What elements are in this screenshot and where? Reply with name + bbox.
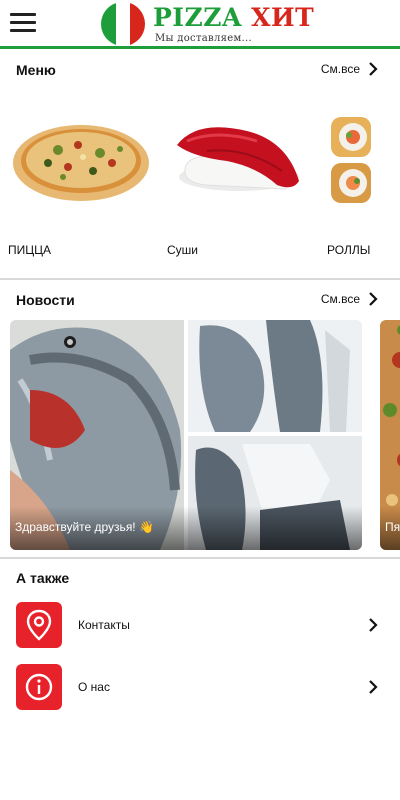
chevron-right-icon — [369, 292, 378, 306]
news-caption-text: Пя — [385, 520, 400, 534]
rolls-image — [331, 117, 371, 203]
brand-tagline: Мы доставляем... — [155, 33, 252, 44]
also-section-header: А также — [0, 560, 400, 590]
news-section-header: Новости См.все — [0, 282, 400, 312]
menu-item-pizza[interactable]: ПИЦЦА — [8, 105, 158, 265]
pizza-image — [13, 125, 149, 201]
menu-item-label: ПИЦЦА — [8, 243, 52, 257]
menu-burger-button[interactable] — [10, 13, 36, 33]
brand-logo[interactable]: PIZZA ХИТ Мы доставляем... — [101, 2, 314, 46]
italian-flag-icon — [101, 2, 145, 46]
menu-section-title: Меню — [16, 62, 56, 78]
also-item-label: Контакты — [78, 618, 130, 632]
news-carousel[interactable]: Здравствуйте друзья! 👋 Пя — [0, 320, 400, 552]
news-see-all-button[interactable]: См.все — [321, 292, 378, 306]
also-item-contacts[interactable]: Контакты — [0, 602, 400, 662]
news-caption-overlay: Пя — [380, 506, 400, 550]
see-all-label: См.все — [320, 62, 360, 76]
brand-title: PIZZA ХИТ — [153, 4, 314, 32]
section-divider — [0, 557, 400, 559]
news-card[interactable]: Здравствуйте друзья! 👋 — [10, 320, 362, 550]
news-card[interactable]: Пя — [380, 320, 400, 550]
news-section-title: Новости — [16, 292, 75, 308]
location-pin-icon — [16, 602, 62, 648]
menu-carousel[interactable]: ПИЦЦА Суши РОЛЛЫ — [0, 105, 400, 265]
news-caption-text: Здравствуйте друзья! 👋 — [15, 520, 154, 534]
info-icon — [16, 664, 62, 710]
news-caption-overlay: Здравствуйте друзья! 👋 — [10, 506, 362, 550]
menu-item-label: РОЛЛЫ — [327, 243, 371, 257]
see-all-label: См.все — [320, 292, 360, 306]
menu-section-header: Меню См.все — [0, 52, 400, 82]
also-section-title: А также — [16, 570, 70, 586]
menu-see-all-button[interactable]: См.все — [321, 62, 378, 76]
brand-pizza: PIZZA — [153, 3, 242, 32]
chevron-right-icon — [369, 680, 378, 694]
sushi-image — [177, 127, 299, 191]
also-item-label: О нас — [78, 680, 110, 694]
brand-hit: ХИТ — [251, 3, 315, 32]
also-item-about[interactable]: О нас — [0, 664, 400, 724]
section-divider — [0, 278, 400, 280]
app-header: PIZZA ХИТ Мы доставляем... — [0, 0, 400, 49]
chevron-right-icon — [369, 62, 378, 76]
burger-line — [10, 29, 36, 32]
menu-item-rolls[interactable]: РОЛЛЫ — [327, 105, 400, 265]
burger-line — [10, 21, 36, 24]
menu-item-sushi[interactable]: Суши — [167, 105, 317, 265]
burger-line — [10, 13, 36, 16]
menu-item-label: Суши — [167, 243, 198, 257]
chevron-right-icon — [369, 618, 378, 632]
